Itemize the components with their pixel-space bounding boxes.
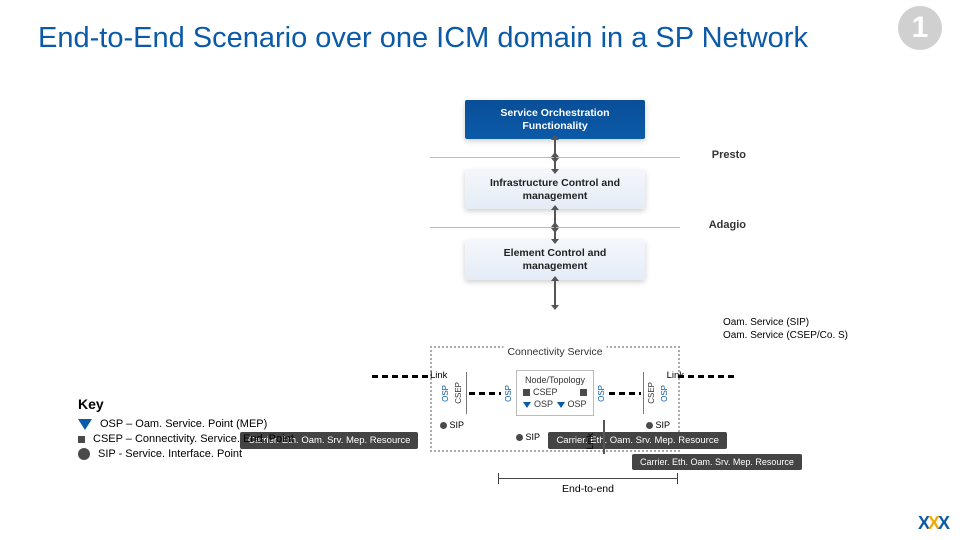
box-element-control: Element Control and management bbox=[465, 240, 645, 279]
osp-icon bbox=[557, 402, 565, 408]
oam-csep-label: Oam. Service (CSEP/Co. S) bbox=[723, 329, 848, 342]
tick-csep: CSEP bbox=[646, 381, 657, 405]
osp-text: OSP bbox=[568, 399, 587, 409]
sip-text: SIP bbox=[655, 420, 670, 430]
osp-text: OSP bbox=[534, 399, 553, 409]
end-to-end-label: End-to-end bbox=[562, 483, 614, 495]
csep-icon bbox=[523, 389, 530, 396]
key-csep-text: CSEP – Connectivity. Service. End. Point bbox=[93, 433, 294, 445]
connectivity-service-title: Connectivity Service bbox=[503, 346, 606, 358]
vbar-icon bbox=[466, 372, 467, 414]
tick-osp: OSP bbox=[659, 384, 670, 403]
key-osp-text: OSP – Oam. Service. Point (MEP) bbox=[100, 418, 267, 430]
connector-arrow bbox=[554, 280, 556, 306]
csep-text: CSEP bbox=[533, 387, 558, 397]
architecture-stack: Service Orchestration Functionality Pres… bbox=[430, 100, 680, 306]
key-sip-text: SIP - Service. Interface. Point bbox=[98, 448, 242, 460]
ext-link-right bbox=[678, 375, 738, 378]
link-label-left: Link bbox=[430, 370, 447, 381]
oam-sip-label: Oam. Service (SIP) bbox=[723, 316, 848, 329]
layer-label: Presto bbox=[712, 149, 746, 161]
node-topology-box: Node/Topology CSEP OSP OSP bbox=[516, 370, 593, 416]
carrier-resource-b: Carrier. Eth. Oam. Srv. Mep. Resource bbox=[548, 432, 726, 449]
vbar-icon bbox=[643, 372, 644, 414]
carrier-resource-c: Carrier. Eth. Oam. Srv. Mep. Resource bbox=[632, 454, 802, 470]
ext-link-left bbox=[372, 375, 432, 378]
key-sip-icon bbox=[78, 448, 90, 460]
sip-text: SIP bbox=[450, 420, 465, 430]
tick-osp: OSP bbox=[596, 384, 607, 403]
tick-osp: OSP bbox=[440, 384, 451, 403]
carrier-link-label: Link bbox=[585, 433, 595, 450]
layer-label: Adagio bbox=[709, 219, 746, 231]
link-line bbox=[609, 392, 641, 395]
box-service-orchestration: Service Orchestration Functionality bbox=[465, 100, 645, 139]
csep-icon bbox=[580, 389, 587, 396]
legend-key: Key OSP – Oam. Service. Point (MEP) CSEP… bbox=[78, 396, 358, 463]
key-csep-icon bbox=[78, 436, 85, 443]
key-osp-icon bbox=[78, 419, 92, 430]
node-title: Node/Topology bbox=[523, 375, 586, 385]
page-title: End-to-End Scenario over one ICM domain … bbox=[38, 22, 808, 55]
connector-arrow bbox=[554, 226, 556, 240]
sip-icon bbox=[646, 422, 653, 429]
carrier-link-line bbox=[603, 420, 605, 454]
oam-service-labels: Oam. Service (SIP) Oam. Service (CSEP/Co… bbox=[723, 316, 848, 342]
link-line bbox=[469, 392, 501, 395]
box-infrastructure-control: Infrastructure Control and management bbox=[465, 170, 645, 209]
tick-osp: OSP bbox=[503, 384, 514, 403]
slide-number-badge: 1 bbox=[898, 6, 942, 50]
tick-csep: CSEP bbox=[453, 381, 464, 405]
sip-icon bbox=[440, 422, 447, 429]
key-title: Key bbox=[78, 396, 358, 412]
osp-icon bbox=[523, 402, 531, 408]
connector-arrow bbox=[554, 156, 556, 170]
end-to-end-bracket: End-to-end bbox=[498, 478, 678, 495]
brand-logo: XXX bbox=[918, 513, 948, 534]
